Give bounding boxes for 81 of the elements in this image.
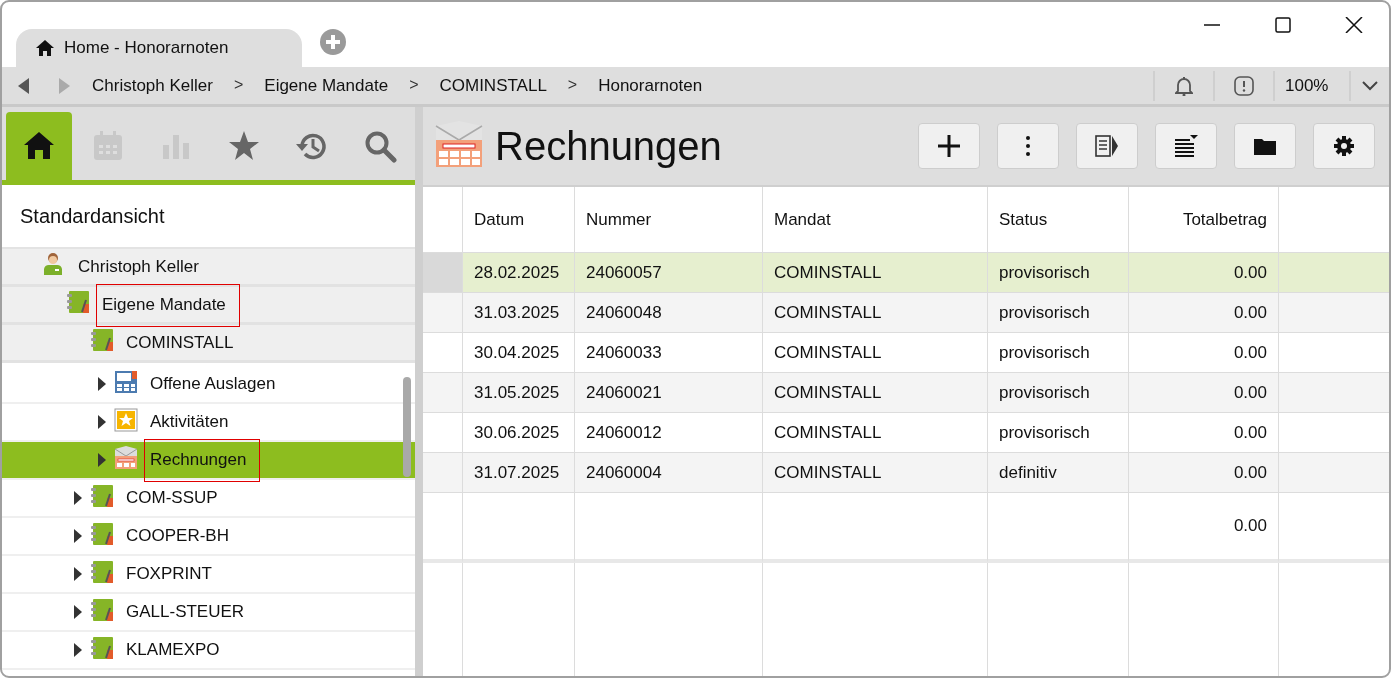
search-icon [363, 129, 397, 163]
breadcrumb-link[interactable]: Christoph Keller [92, 75, 213, 96]
expand-arrow-icon[interactable] [73, 528, 83, 544]
table-cell: 0.00 [1129, 373, 1279, 413]
document-tab[interactable]: Home - Honorarnoten [16, 29, 302, 67]
table-cell: COMINSTALL [763, 373, 988, 413]
table-cell: 24060021 [575, 373, 763, 413]
expand-arrow-icon[interactable] [73, 490, 83, 506]
maximize-icon[interactable] [1273, 17, 1292, 33]
panel-button[interactable] [1076, 123, 1138, 169]
expand-arrow-icon[interactable] [73, 642, 83, 658]
table-cell: 31.05.2025 [463, 373, 575, 413]
add-button[interactable] [918, 123, 980, 169]
tree-item[interactable]: Christoph Keller [2, 249, 415, 287]
table-cell: 24060048 [575, 293, 763, 333]
table-cell: provisorisch [988, 373, 1129, 413]
plus-icon [937, 134, 961, 158]
breadcrumb-separator: > [567, 75, 578, 95]
vertical-dots-icon [1026, 136, 1030, 156]
breadcrumb-link[interactable]: Eigene Mandate [264, 75, 389, 96]
bell-icon[interactable] [1175, 75, 1193, 96]
page-title: Rechnungen [495, 123, 722, 169]
add-tab-icon[interactable] [320, 29, 346, 55]
table-cell: COMINSTALL [763, 293, 988, 333]
star-icon [227, 129, 261, 163]
breadcrumb-link[interactable]: Honorarnoten [598, 75, 703, 96]
table-cell: 31.07.2025 [463, 453, 575, 493]
sidebar-tab[interactable] [6, 112, 72, 180]
table-cell: COMINSTALL [763, 253, 988, 293]
expand-arrow-icon[interactable] [97, 414, 107, 430]
notebook-icon [90, 521, 114, 546]
tree-item[interactable]: GALL-STEUER [2, 594, 415, 632]
tree-item[interactable]: FOXPRINT [2, 556, 415, 594]
expand-arrow-icon[interactable] [73, 566, 83, 582]
settings-button[interactable] [1313, 123, 1375, 169]
notebook-icon [90, 635, 114, 660]
breadcrumb-link[interactable]: COMINSTALL [439, 75, 547, 96]
tree-item[interactable]: COMINSTALL [2, 325, 415, 363]
table-cell: 0.00 [1129, 453, 1279, 493]
back-arrow-icon[interactable] [18, 77, 30, 94]
home-icon [36, 40, 54, 56]
tree-item[interactable]: COM-SSUP [2, 480, 415, 518]
document-arrow-icon [1095, 134, 1119, 158]
scrollbar-thumb[interactable] [403, 377, 411, 477]
expand-arrow-icon[interactable] [97, 376, 107, 392]
table-cell: 28.02.2025 [463, 253, 575, 293]
folder-button[interactable] [1234, 123, 1296, 169]
table-cell: COMINSTALL [763, 453, 988, 493]
list-menu-button[interactable] [1155, 123, 1217, 169]
notebook-icon [90, 597, 114, 622]
breadcrumb-separator: > [409, 75, 419, 95]
total-amount: 0.00 [1129, 493, 1279, 563]
notebook-icon [90, 559, 114, 584]
close-icon[interactable] [1344, 17, 1363, 33]
notebook-icon [90, 328, 114, 352]
table-cell: definitiv [988, 453, 1129, 493]
breadcrumb-separator: > [233, 75, 244, 95]
zoom-level[interactable]: 100% [1273, 70, 1349, 101]
table-cell: 24060057 [575, 253, 763, 293]
tree-item[interactable]: Rechnungen [2, 442, 415, 480]
list-caret-icon [1174, 134, 1198, 158]
envelope-icon [114, 445, 138, 470]
table-cell: 0.00 [1129, 253, 1279, 293]
table-cell: 24060004 [575, 453, 763, 493]
chevron-down-icon[interactable] [1362, 80, 1378, 91]
alert-icon[interactable] [1234, 75, 1254, 96]
expand-arrow-icon[interactable] [73, 604, 83, 620]
table-cell: 0.00 [1129, 293, 1279, 333]
tree-item[interactable]: Eigene Mandate [2, 287, 415, 325]
table-cell [423, 493, 463, 563]
tree-item[interactable]: COOPER-BH [2, 518, 415, 556]
star-badge-icon [114, 407, 138, 432]
gear-icon [1332, 134, 1356, 158]
expand-arrow-icon[interactable] [97, 452, 107, 468]
table-cell: provisorisch [988, 253, 1129, 293]
notebook-icon [90, 483, 114, 508]
notebook-icon [66, 290, 90, 314]
table-cell: provisorisch [988, 293, 1129, 333]
table-cell: 31.03.2025 [463, 293, 575, 333]
tree-item[interactable]: KLAMEXPO [2, 632, 415, 670]
expense-form-icon [114, 369, 138, 394]
